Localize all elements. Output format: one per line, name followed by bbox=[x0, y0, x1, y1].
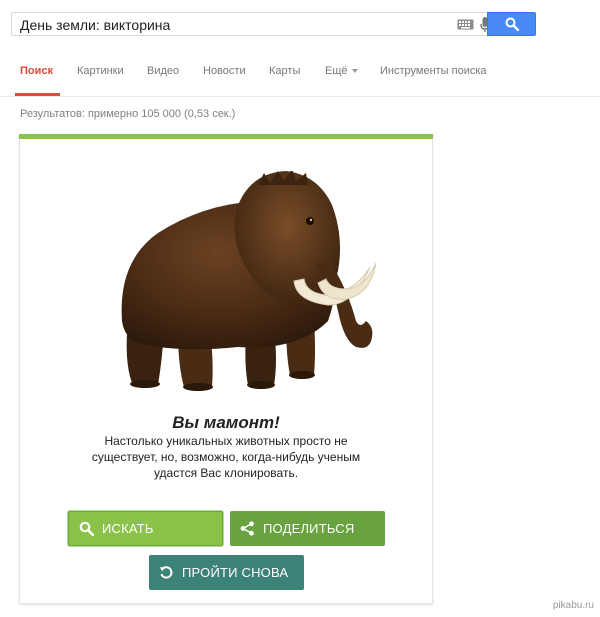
tab-search-tools[interactable]: Инструменты поиска bbox=[380, 65, 487, 95]
result-stats: Результатов: примерно 105 000 (0,53 сек.… bbox=[20, 108, 236, 120]
share-button-label: ПОДЕЛИТЬСЯ bbox=[263, 521, 355, 536]
search-icon bbox=[79, 521, 94, 536]
watermark: pikabu.ru bbox=[552, 600, 594, 611]
quiz-result-description: Настолько уникальных животных просто не … bbox=[91, 434, 361, 480]
share-button[interactable]: ПОДЕЛИТЬСЯ bbox=[230, 511, 385, 546]
share-icon bbox=[240, 521, 254, 536]
search-button-quiz[interactable]: ИСКАТЬ bbox=[68, 511, 223, 546]
search-button[interactable] bbox=[487, 12, 536, 36]
search-icon bbox=[505, 17, 519, 31]
replay-icon bbox=[159, 566, 173, 579]
card-accent-bar bbox=[19, 134, 433, 139]
search-query-text: День земли: викторина bbox=[20, 17, 171, 33]
tab-more[interactable]: Ещё bbox=[325, 65, 358, 95]
tab-images[interactable]: Картинки bbox=[77, 65, 124, 95]
quiz-result-card: Вы мамонт! Настолько уникальных животных… bbox=[19, 134, 433, 604]
tab-search[interactable]: Поиск bbox=[14, 65, 61, 96]
retry-button-label: ПРОЙТИ СНОВА bbox=[182, 565, 289, 580]
quiz-result-title: Вы мамонт! bbox=[172, 413, 280, 432]
search-input[interactable]: День земли: викторина bbox=[11, 12, 490, 36]
tab-news[interactable]: Новости bbox=[203, 65, 246, 95]
search-tabs: Поиск Картинки Видео Новости Карты Ещё И… bbox=[0, 60, 600, 97]
search-button-label: ИСКАТЬ bbox=[102, 521, 154, 536]
keyboard-icon[interactable] bbox=[457, 19, 474, 30]
tab-video[interactable]: Видео bbox=[147, 65, 179, 95]
mammoth-illustration bbox=[121, 171, 377, 391]
chevron-down-icon bbox=[351, 69, 358, 74]
retry-button[interactable]: ПРОЙТИ СНОВА bbox=[149, 555, 304, 590]
tab-maps[interactable]: Карты bbox=[269, 65, 300, 95]
